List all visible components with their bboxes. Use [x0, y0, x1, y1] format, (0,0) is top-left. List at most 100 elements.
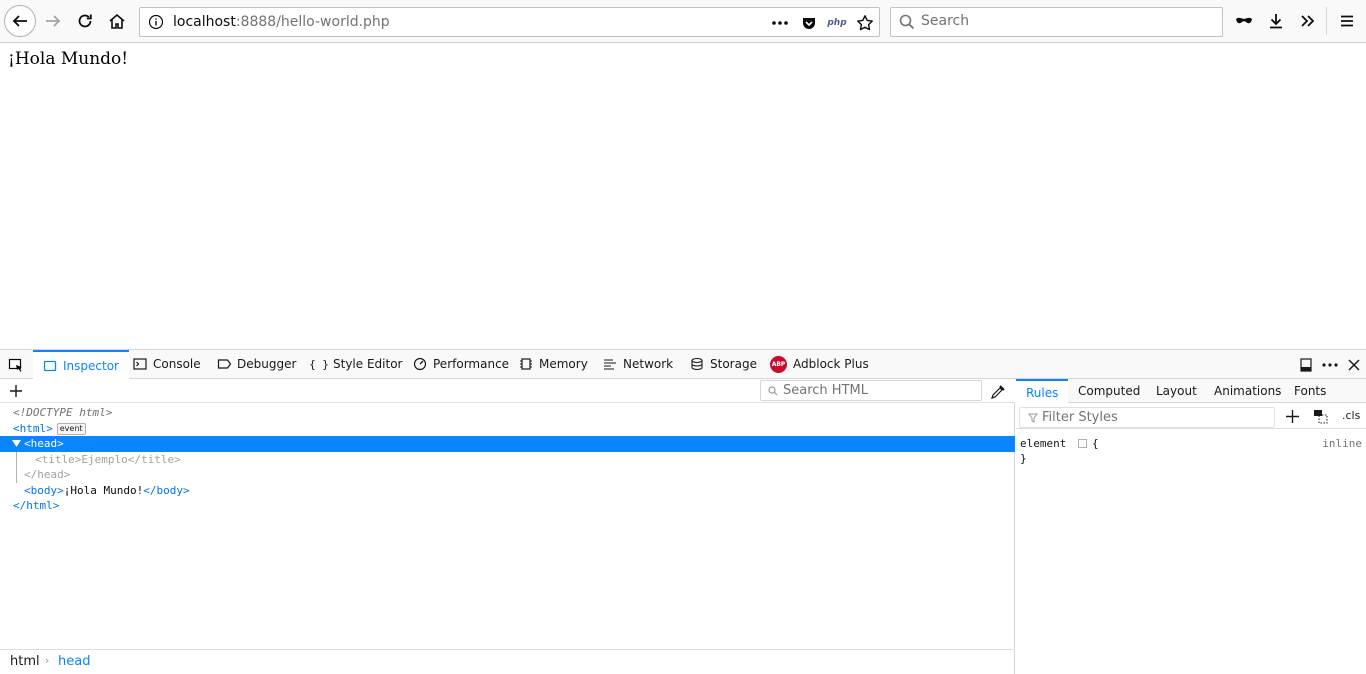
- tab-console[interactable]: Console: [133, 350, 201, 378]
- tree-node-head-selected[interactable]: <head>: [0, 436, 1015, 452]
- inspector-icon: [43, 359, 57, 373]
- url-path: :8888/hello-world.php: [235, 14, 390, 30]
- reload-icon: [78, 14, 92, 28]
- markup-toolbar: [0, 379, 1015, 403]
- browser-toolbar: localhost:8888/hello-world.php php: [0, 0, 1366, 43]
- more-dots-icon: [1322, 363, 1338, 367]
- braces-icon: { }: [309, 357, 329, 371]
- home-icon: [109, 13, 125, 29]
- expand-arrow-icon[interactable]: [12, 440, 21, 447]
- tab-animations[interactable]: Animations: [1214, 379, 1281, 403]
- tab-label: Debugger: [237, 357, 297, 371]
- element-rule: element { inline }: [1020, 436, 1362, 466]
- tab-label: Inspector: [63, 358, 119, 373]
- rule-open-brace: {: [1091, 437, 1099, 450]
- tree-node-title[interactable]: <title>Ejemplo</title>: [0, 452, 1015, 468]
- back-button[interactable]: [4, 5, 36, 37]
- search-input[interactable]: [921, 13, 1211, 29]
- tab-inspector[interactable]: Inspector: [33, 350, 129, 379]
- tab-style-editor[interactable]: { } Style Editor: [309, 350, 402, 378]
- tree-node-doctype[interactable]: <!DOCTYPE html>: [0, 405, 1015, 421]
- tab-label: Performance: [433, 357, 510, 371]
- download-icon: [1270, 14, 1282, 29]
- star-icon: [857, 15, 873, 31]
- search-html-input[interactable]: [783, 383, 973, 398]
- info-icon[interactable]: [148, 14, 164, 30]
- search-icon: [899, 14, 915, 30]
- devtools-tabbar: Inspector Console Debugger { } Style Edi…: [0, 350, 1366, 379]
- tree-node-head-close[interactable]: </head>: [0, 467, 1015, 483]
- url-text[interactable]: localhost:8888/hello-world.php: [173, 14, 390, 30]
- html-close-tag: </html>: [13, 499, 60, 512]
- close-devtools-button[interactable]: [1345, 356, 1363, 374]
- url-bar[interactable]: localhost:8888/hello-world.php php: [139, 7, 880, 37]
- search-bar[interactable]: [890, 7, 1223, 37]
- event-badge[interactable]: event: [56, 422, 86, 435]
- tab-rules[interactable]: Rules: [1016, 379, 1069, 404]
- tab-fonts[interactable]: Fonts: [1294, 379, 1326, 403]
- main-menu-button[interactable]: [1332, 6, 1362, 36]
- reload-button[interactable]: [70, 6, 100, 36]
- rules-sidebar: Rules Computed Layout Animations Fonts .…: [1016, 379, 1366, 674]
- url-host: localhost: [173, 14, 236, 30]
- element-picker-icon[interactable]: [8, 357, 24, 373]
- tab-network[interactable]: Network: [603, 350, 673, 378]
- rule-close-brace[interactable]: }: [1020, 451, 1362, 466]
- breadcrumb-separator-icon: ›: [45, 654, 50, 667]
- performance-icon: [413, 357, 427, 371]
- forward-button[interactable]: [38, 6, 68, 36]
- memory-chip-icon: [519, 357, 533, 371]
- breadcrumb-html[interactable]: html: [10, 654, 40, 669]
- tab-computed[interactable]: Computed: [1078, 379, 1140, 403]
- home-button[interactable]: [102, 6, 132, 36]
- dock-button[interactable]: [1297, 356, 1315, 374]
- tab-debugger[interactable]: Debugger: [217, 350, 296, 378]
- tab-adblock-plus[interactable]: ABP Adblock Plus: [770, 350, 869, 378]
- php-extension-button[interactable]: php: [825, 11, 849, 35]
- search-html-box[interactable]: [760, 380, 982, 401]
- filter-styles-box[interactable]: [1019, 407, 1275, 428]
- downloads-button[interactable]: [1261, 6, 1291, 36]
- hamburger-menu-icon: [1341, 15, 1353, 27]
- rule-selector: element: [1020, 437, 1067, 450]
- add-node-icon[interactable]: [9, 384, 23, 398]
- tab-label: Storage: [710, 357, 757, 371]
- tab-label: Memory: [539, 357, 588, 371]
- arrow-right-icon: [46, 15, 61, 27]
- overflow-button[interactable]: [1293, 6, 1323, 36]
- markup-panel: <!DOCTYPE html> <html>event <head> <titl…: [0, 379, 1015, 674]
- sidebar-tabbar: Rules Computed Layout Animations Fonts: [1016, 379, 1366, 404]
- bookmark-star-button[interactable]: [853, 11, 877, 35]
- rule-source[interactable]: inline: [1322, 436, 1362, 451]
- tree-node-body[interactable]: <body>¡Hola Mundo!</body>: [0, 483, 1015, 499]
- breadcrumb-head[interactable]: head: [58, 654, 90, 669]
- tab-memory[interactable]: Memory: [519, 350, 588, 378]
- filter-icon: [1028, 413, 1038, 423]
- doctype-text: <!DOCTYPE html>: [13, 406, 113, 419]
- console-icon: [133, 357, 147, 371]
- devtools-panel: Inspector Console Debugger { } Style Edi…: [0, 349, 1366, 674]
- cls-button[interactable]: .cls: [1342, 409, 1360, 422]
- network-icon: [603, 357, 617, 371]
- page-actions-button[interactable]: [768, 11, 792, 35]
- arrow-left-icon: [12, 15, 27, 27]
- close-icon: [1348, 359, 1360, 371]
- tree-node-html[interactable]: <html> event: [0, 421, 1015, 437]
- adblock-plus-icon: ABP: [770, 355, 787, 373]
- eyedropper-icon[interactable]: [990, 384, 1006, 400]
- tab-performance[interactable]: Performance: [413, 350, 509, 378]
- breadcrumb: html › head: [0, 649, 1015, 674]
- tab-storage[interactable]: Storage: [690, 350, 757, 378]
- tree-node-html-close[interactable]: </html>: [0, 498, 1015, 514]
- storage-icon: [690, 357, 704, 371]
- filter-styles-input[interactable]: [1042, 410, 1270, 425]
- tab-layout[interactable]: Layout: [1156, 379, 1197, 403]
- node-highlight-icon[interactable]: [1077, 439, 1087, 448]
- pocket-icon: [803, 18, 815, 29]
- pocket-button[interactable]: [797, 11, 821, 35]
- private-browsing-button[interactable]: [1229, 6, 1259, 36]
- devtools-menu-button[interactable]: [1321, 356, 1339, 374]
- pseudo-class-toggle-icon[interactable]: [1313, 409, 1328, 424]
- add-rule-icon[interactable]: [1286, 410, 1299, 423]
- chevron-double-right-icon: [1301, 15, 1315, 27]
